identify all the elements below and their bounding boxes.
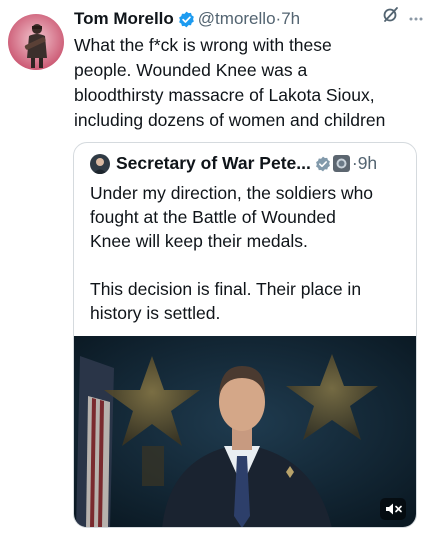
quoted-tweet-text: Under my direction, the soldiers who fou… — [90, 181, 410, 325]
verified-badge-icon — [178, 11, 195, 28]
tweet-time[interactable]: 7h — [281, 9, 300, 29]
quoted-text-line: Under my direction, the soldiers who — [90, 183, 374, 203]
quoted-text-line: Knee will keep their medals. — [90, 231, 308, 251]
mute-button[interactable] — [380, 498, 406, 520]
tweet-text-line: including dozens of women and children — [74, 110, 386, 130]
tweet-header: Tom Morello @tmorello · 7h — [74, 6, 419, 32]
grok-icon[interactable] — [382, 5, 400, 28]
mute-icon — [386, 503, 402, 515]
author-handle[interactable]: @tmorello — [198, 9, 276, 29]
quoted-author-avatar[interactable] — [90, 153, 110, 174]
quoted-tweet-time[interactable]: 9h — [358, 153, 377, 174]
author-name[interactable]: Tom Morello — [74, 9, 174, 29]
quoted-text-line: This decision is final. Their place in — [90, 279, 362, 299]
government-badge-icon — [332, 155, 350, 172]
quoted-tweet[interactable]: Secretary of War Pete... · 9h Under my d… — [73, 142, 417, 528]
header-actions — [382, 5, 423, 28]
quoted-text-line: fought at the Battle of Wounded — [90, 207, 336, 227]
quoted-text-line: history is settled. — [90, 303, 221, 323]
quoted-author-name[interactable]: Secretary of War Pete... — [116, 153, 311, 174]
tweet-text: What the f*ck is wrong with these people… — [74, 33, 424, 133]
video-player[interactable] — [74, 336, 416, 527]
more-icon[interactable] — [409, 8, 423, 26]
tweet-text-line: What the f*ck is wrong with these — [74, 35, 332, 55]
tweet-text-line: bloodthirsty massacre of Lakota Sioux, — [74, 85, 375, 105]
verified-badge-icon — [315, 156, 331, 172]
author-avatar[interactable] — [8, 14, 64, 70]
quoted-tweet-header: Secretary of War Pete... · 9h — [90, 153, 377, 174]
tweet-text-line: people. Wounded Knee was a — [74, 60, 308, 80]
